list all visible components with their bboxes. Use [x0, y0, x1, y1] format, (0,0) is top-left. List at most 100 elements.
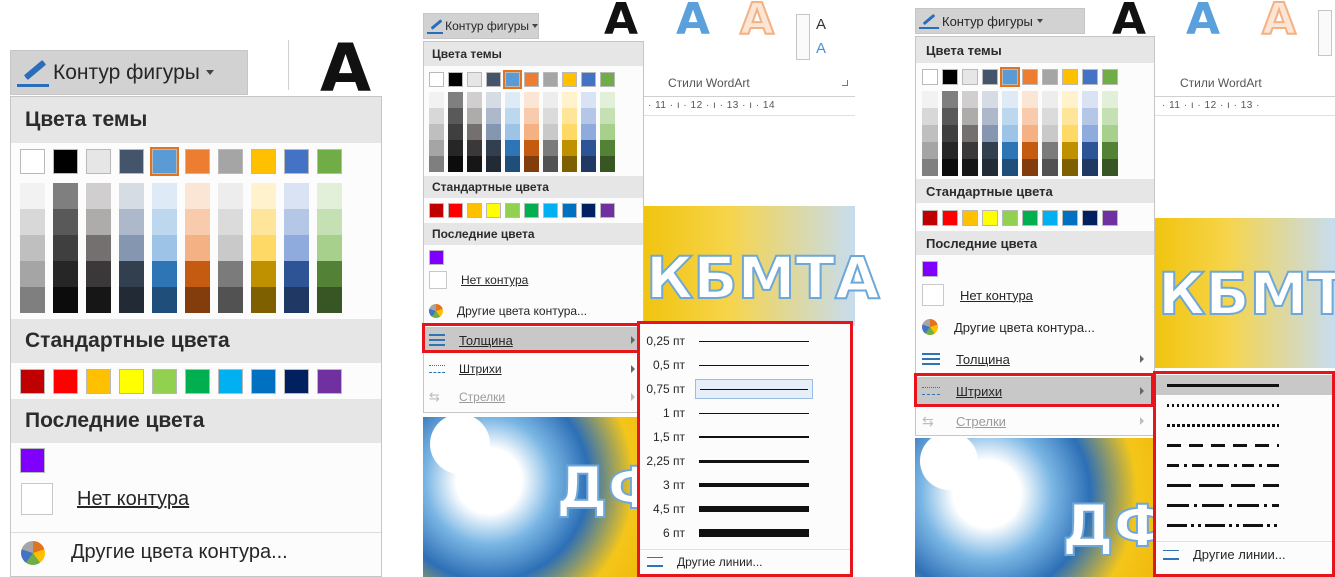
color-swatch[interactable] — [962, 108, 978, 125]
color-swatch[interactable] — [467, 92, 482, 108]
shape-outline-button[interactable]: Контур фигуры — [10, 50, 248, 95]
color-swatch[interactable] — [562, 203, 577, 218]
color-swatch[interactable] — [1042, 142, 1058, 159]
color-swatch[interactable] — [86, 149, 111, 174]
color-swatch[interactable] — [1102, 125, 1118, 142]
color-swatch[interactable] — [152, 209, 177, 235]
color-swatch[interactable] — [284, 149, 309, 174]
shape-outline-button[interactable]: Контур фигуры — [423, 13, 539, 39]
color-swatch[interactable] — [20, 149, 45, 174]
color-swatch[interactable] — [150, 147, 179, 176]
color-swatch[interactable] — [922, 125, 938, 142]
color-swatch[interactable] — [922, 261, 938, 277]
color-swatch[interactable] — [524, 92, 539, 108]
color-swatch[interactable] — [467, 140, 482, 156]
color-swatch[interactable] — [962, 125, 978, 142]
color-swatch[interactable] — [429, 124, 444, 140]
color-swatch[interactable] — [218, 149, 243, 174]
dash-option-long-dash-dot-dot[interactable] — [1155, 515, 1334, 535]
color-swatch[interactable] — [53, 287, 78, 313]
color-swatch[interactable] — [600, 156, 615, 172]
color-swatch[interactable] — [251, 261, 276, 287]
color-swatch[interactable] — [218, 287, 243, 313]
color-swatch[interactable] — [251, 209, 276, 235]
weight-option[interactable]: 0,5 пт — [639, 353, 851, 377]
color-swatch[interactable] — [486, 140, 501, 156]
color-swatch[interactable] — [284, 287, 309, 313]
color-swatch[interactable] — [185, 261, 210, 287]
color-swatch[interactable] — [317, 183, 342, 209]
dash-option-long-dash[interactable] — [1155, 475, 1334, 495]
weight-option[interactable]: 3 пт — [639, 473, 851, 497]
color-swatch[interactable] — [20, 261, 45, 287]
color-swatch[interactable] — [467, 108, 482, 124]
color-swatch[interactable] — [448, 124, 463, 140]
color-swatch[interactable] — [505, 108, 520, 124]
color-swatch[interactable] — [543, 140, 558, 156]
color-swatch[interactable] — [600, 72, 615, 87]
more-lines-item[interactable]: Другие линии... — [639, 549, 851, 573]
weight-option[interactable]: 2,25 пт — [639, 449, 851, 473]
color-swatch[interactable] — [942, 91, 958, 108]
color-swatch[interactable] — [119, 369, 144, 394]
color-swatch[interactable] — [562, 72, 577, 87]
color-swatch[interactable] — [1002, 125, 1018, 142]
weight-menu-item[interactable]: Толщина — [916, 346, 1154, 372]
color-swatch[interactable] — [1022, 108, 1038, 125]
color-swatch[interactable] — [86, 209, 111, 235]
color-swatch[interactable] — [429, 140, 444, 156]
color-swatch[interactable] — [1002, 91, 1018, 108]
color-swatch[interactable] — [1102, 159, 1118, 176]
weight-option[interactable]: 4,5 пт — [639, 497, 851, 521]
color-swatch[interactable] — [922, 91, 938, 108]
color-swatch[interactable] — [942, 210, 958, 226]
color-swatch[interactable] — [429, 108, 444, 124]
weight-menu-item[interactable]: Толщина — [424, 327, 643, 353]
color-swatch[interactable] — [942, 159, 958, 176]
more-outline-colors-item[interactable]: Другие цвета контура... — [424, 300, 643, 322]
color-swatch[interactable] — [1022, 91, 1038, 108]
color-swatch[interactable] — [1102, 91, 1118, 108]
color-swatch[interactable] — [20, 183, 45, 209]
color-swatch[interactable] — [505, 92, 520, 108]
color-swatch[interactable] — [1042, 159, 1058, 176]
color-swatch[interactable] — [20, 287, 45, 313]
color-swatch[interactable] — [543, 124, 558, 140]
color-swatch[interactable] — [922, 210, 938, 226]
color-swatch[interactable] — [505, 203, 520, 218]
color-swatch[interactable] — [467, 203, 482, 218]
color-swatch[interactable] — [524, 108, 539, 124]
dash-option-long-dash-dot[interactable] — [1155, 495, 1334, 515]
color-swatch[interactable] — [448, 72, 463, 87]
color-swatch[interactable] — [317, 369, 342, 394]
wordart-scroll-buttons[interactable] — [796, 14, 810, 60]
color-swatch[interactable] — [185, 235, 210, 261]
color-swatch[interactable] — [251, 287, 276, 313]
dash-option-square-dot[interactable] — [1155, 415, 1334, 435]
color-swatch[interactable] — [1022, 142, 1038, 159]
color-swatch[interactable] — [119, 183, 144, 209]
dash-option-solid[interactable] — [1155, 375, 1334, 395]
color-swatch[interactable] — [505, 156, 520, 172]
color-swatch[interactable] — [152, 183, 177, 209]
color-swatch[interactable] — [543, 72, 558, 87]
color-swatch[interactable] — [119, 235, 144, 261]
color-swatch[interactable] — [448, 108, 463, 124]
color-swatch[interactable] — [1002, 159, 1018, 176]
color-swatch[interactable] — [543, 203, 558, 218]
color-swatch[interactable] — [467, 72, 482, 87]
color-swatch[interactable] — [543, 156, 558, 172]
weight-option[interactable]: 6 пт — [639, 521, 851, 545]
color-swatch[interactable] — [942, 108, 958, 125]
color-swatch[interactable] — [486, 124, 501, 140]
color-swatch[interactable] — [1002, 210, 1018, 226]
no-outline-item[interactable]: Нет контура — [916, 281, 1154, 309]
dialog-launcher-icon[interactable] — [842, 80, 848, 86]
color-swatch[interactable] — [486, 72, 501, 87]
color-swatch[interactable] — [185, 369, 210, 394]
color-swatch[interactable] — [1042, 125, 1058, 142]
color-swatch[interactable] — [524, 203, 539, 218]
color-swatch[interactable] — [942, 125, 958, 142]
color-swatch[interactable] — [1082, 125, 1098, 142]
weight-option[interactable]: 1 пт — [639, 401, 851, 425]
